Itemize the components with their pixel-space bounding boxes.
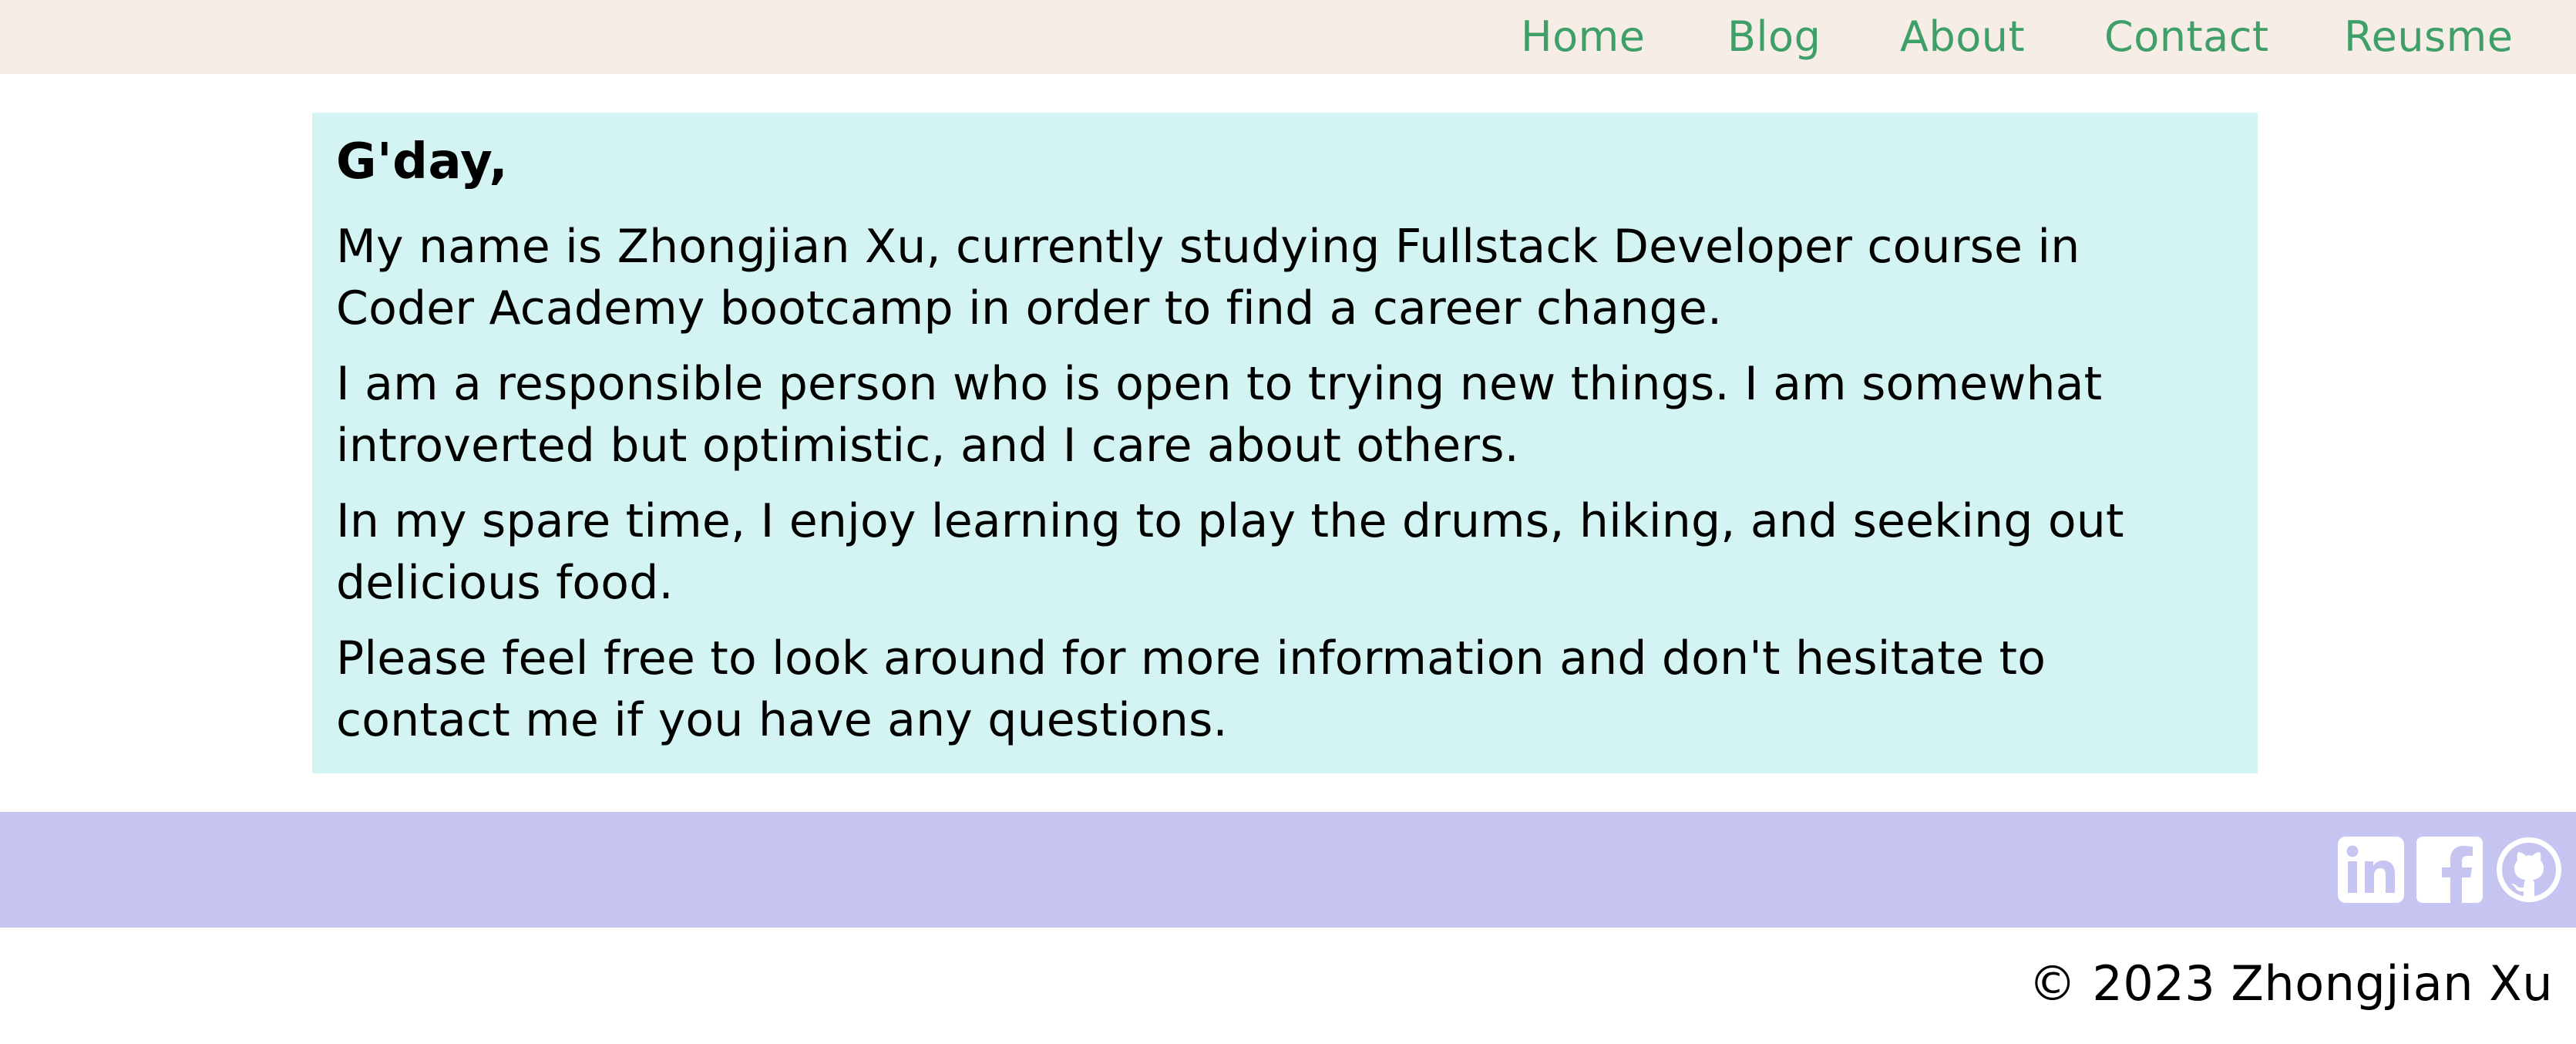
facebook-link[interactable] — [2415, 835, 2484, 904]
intro-line: contact me if you have any questions. — [336, 693, 1228, 747]
intro-paragraph-hobbies: In my spare time, I enjoy learning to pl… — [336, 490, 2235, 614]
intro-line: Please feel free to look around for more… — [336, 631, 2046, 685]
top-navigation: Home Blog About Contact Reusme — [0, 0, 2576, 74]
linkedin-link[interactable] — [2336, 835, 2406, 904]
nav-link-home[interactable]: Home — [1521, 9, 1645, 65]
intro-line: delicious food. — [336, 556, 674, 610]
intro-paragraph-name: My name is Zhongjian Xu, currently study… — [336, 216, 2235, 339]
facebook-icon — [2416, 837, 2483, 903]
linkedin-icon — [2338, 837, 2404, 903]
nav-link-blog[interactable]: Blog — [1727, 9, 1821, 65]
intro-line: Coder Academy bootcamp in order to find … — [336, 281, 1723, 335]
footer-bar — [0, 812, 2576, 928]
intro-line: I am a responsible person who is open to… — [336, 357, 2103, 411]
intro-line: introverted but optimistic, and I care a… — [336, 419, 1519, 473]
github-icon — [2497, 837, 2561, 902]
nav-link-contact[interactable]: Contact — [2104, 9, 2269, 65]
github-link[interactable] — [2494, 835, 2564, 904]
copyright-text: © 2023 Zhongjian Xu — [2028, 955, 2553, 1012]
intro-line: My name is Zhongjian Xu, currently study… — [336, 220, 2080, 274]
intro-greeting: G'day, — [336, 133, 509, 190]
intro-paragraph-contact: Please feel free to look around for more… — [336, 628, 2235, 751]
intro-card: G'day, My name is Zhongjian Xu, currentl… — [312, 113, 2258, 773]
intro-paragraph-personality: I am a responsible person who is open to… — [336, 353, 2235, 477]
intro-line: In my spare time, I enjoy learning to pl… — [336, 494, 2124, 548]
nav-link-about[interactable]: About — [1900, 9, 2025, 65]
nav-link-resume[interactable]: Reusme — [2344, 9, 2514, 65]
